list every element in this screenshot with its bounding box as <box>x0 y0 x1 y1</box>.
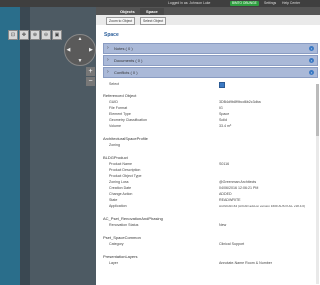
space-panel: Space › Notes ( 0 ) › › Documents ( 0 ) … <box>98 26 320 285</box>
tab-bar: Objects Space <box>96 7 320 15</box>
arrow-down-icon[interactable]: ▼ <box>78 58 83 64</box>
property-row: Layer Annotate-Name Room & Number <box>103 261 315 267</box>
property-row: Zoning <box>103 143 315 149</box>
arrow-right-icon[interactable]: ▶ <box>89 47 93 53</box>
fit-icon[interactable]: ⊡ <box>8 30 18 40</box>
logged-in-text: Logged in as: Johnson Luke <box>168 1 211 5</box>
property-key: Application <box>109 204 127 208</box>
property-key: Product Object Type <box>109 174 142 178</box>
viewer-band-dark <box>20 7 30 285</box>
accordion-label: Documents ( 0 ) <box>114 58 143 63</box>
property-key: Element Type <box>109 112 131 116</box>
documents-accordion[interactable]: › Documents ( 0 ) › <box>103 55 318 66</box>
tab-objects[interactable]: Objects <box>114 8 141 15</box>
accordion-label: Conflicts ( 0 ) <box>114 70 138 75</box>
property-value: Annotate-Name Room & Number <box>219 261 272 265</box>
chevron-right-icon: › <box>107 69 109 75</box>
property-value: S0116 <box>219 162 230 166</box>
section-title: PresentationLayers <box>103 254 138 259</box>
notes-accordion[interactable]: › Notes ( 0 ) › <box>103 43 318 54</box>
help-center-link[interactable]: Help Center <box>282 1 300 5</box>
arrow-circle-icon[interactable]: › <box>309 57 314 63</box>
property-value: ArchiCAD-64 (ArCAD add-on version 1600 A… <box>219 204 306 208</box>
property-key: Layer <box>109 261 118 265</box>
accordion-label: Notes ( 0 ) <box>114 46 133 51</box>
page-title: Space <box>104 32 119 38</box>
property-key: GUID <box>109 100 118 104</box>
property-key: Renovation Status <box>109 223 139 227</box>
property-value: New <box>219 223 227 227</box>
arrow-circle-icon[interactable]: › <box>309 69 314 75</box>
property-key: Geometry Classification <box>109 118 147 122</box>
property-key: Product Description <box>109 168 141 172</box>
property-key: Category <box>109 242 124 246</box>
tab-space[interactable]: Space <box>140 8 164 15</box>
property-value: Clinical Support <box>219 242 245 246</box>
property-key: Volume <box>109 124 121 128</box>
property-row: Volume 33.4 m³ <box>103 124 315 130</box>
property-key: Change Action <box>109 192 133 196</box>
section-title: ArchitecturalSpaceProfile <box>103 136 148 141</box>
property-key: Zoning <box>109 143 120 147</box>
select-row: Select <box>103 82 315 88</box>
property-key: Zoning Loss <box>109 180 129 184</box>
action-row: Zoom to Object Select Object <box>96 15 320 25</box>
settings-link[interactable]: Settings <box>264 1 276 5</box>
property-value: 33.4 m³ <box>219 124 232 128</box>
property-value: IG <box>219 106 223 110</box>
zoom-out-icon[interactable]: ⊖ <box>41 30 51 40</box>
top-bar: Logged in as: Johnson Luke BIMTO OBUNGE … <box>0 0 320 7</box>
scrollbar-thumb[interactable] <box>316 84 319 136</box>
box-select-icon[interactable]: ▣ <box>52 30 62 40</box>
select-object-button[interactable]: Select Object <box>140 17 167 25</box>
navigation-wheel[interactable]: ▲ ▼ ◀ ▶ <box>64 34 96 66</box>
pan-icon[interactable]: ✥ <box>19 30 29 40</box>
property-row: Application ArchiCAD-64 (ArCAD add-on ver… <box>103 204 315 210</box>
viewer-band <box>0 7 20 285</box>
property-value: Space <box>219 112 230 116</box>
select-checkbox[interactable] <box>219 82 225 88</box>
property-key: State <box>109 198 118 202</box>
arrow-circle-icon[interactable]: › <box>309 45 314 51</box>
zoom-in-icon[interactable]: ⊕ <box>30 30 40 40</box>
property-value: ADDED <box>219 192 232 196</box>
property-row: Category Clinical Support <box>103 242 315 248</box>
zoom-out-button[interactable]: − <box>86 77 95 86</box>
property-row: Renovation Status New <box>103 223 315 229</box>
arrow-left-icon[interactable]: ◀ <box>67 47 71 53</box>
map-toolbar: ⊡ ✥ ⊕ ⊖ ▣ <box>8 30 62 40</box>
property-value: Solid <box>219 118 227 122</box>
zoom-controls: + − <box>86 67 95 87</box>
property-value: READWRITE <box>219 198 241 202</box>
scrollbar[interactable] <box>316 84 319 284</box>
property-value: @Greenman Architects <box>219 180 257 184</box>
arrow-up-icon[interactable]: ▲ <box>78 36 83 42</box>
property-key: Creation Date <box>109 186 132 190</box>
property-value: 3DB4d9b8f9bcd6b2c3dba <box>219 100 261 104</box>
section-title: Pset_SpaceCommon <box>103 235 141 240</box>
chevron-right-icon: › <box>107 45 109 51</box>
property-value: 04/06/2016 12:06:21 PM <box>219 186 259 190</box>
section-title: BLDGProduct <box>103 155 128 160</box>
chevron-right-icon: › <box>107 57 109 63</box>
select-label: Select <box>109 82 119 86</box>
zoom-in-button[interactable]: + <box>86 67 95 76</box>
conflicts-accordion[interactable]: › Conflicts ( 0 ) › <box>103 67 318 78</box>
section-title: AC_Pset_RenovationAndPhasing <box>103 216 163 221</box>
property-key: Product Name <box>109 162 132 166</box>
zoom-to-object-button[interactable]: Zoom to Object <box>106 17 136 25</box>
property-key: File Format <box>109 106 128 110</box>
section-title: Referenced Object <box>103 93 137 98</box>
status-badge[interactable]: BIMTO OBUNGE <box>230 1 259 6</box>
